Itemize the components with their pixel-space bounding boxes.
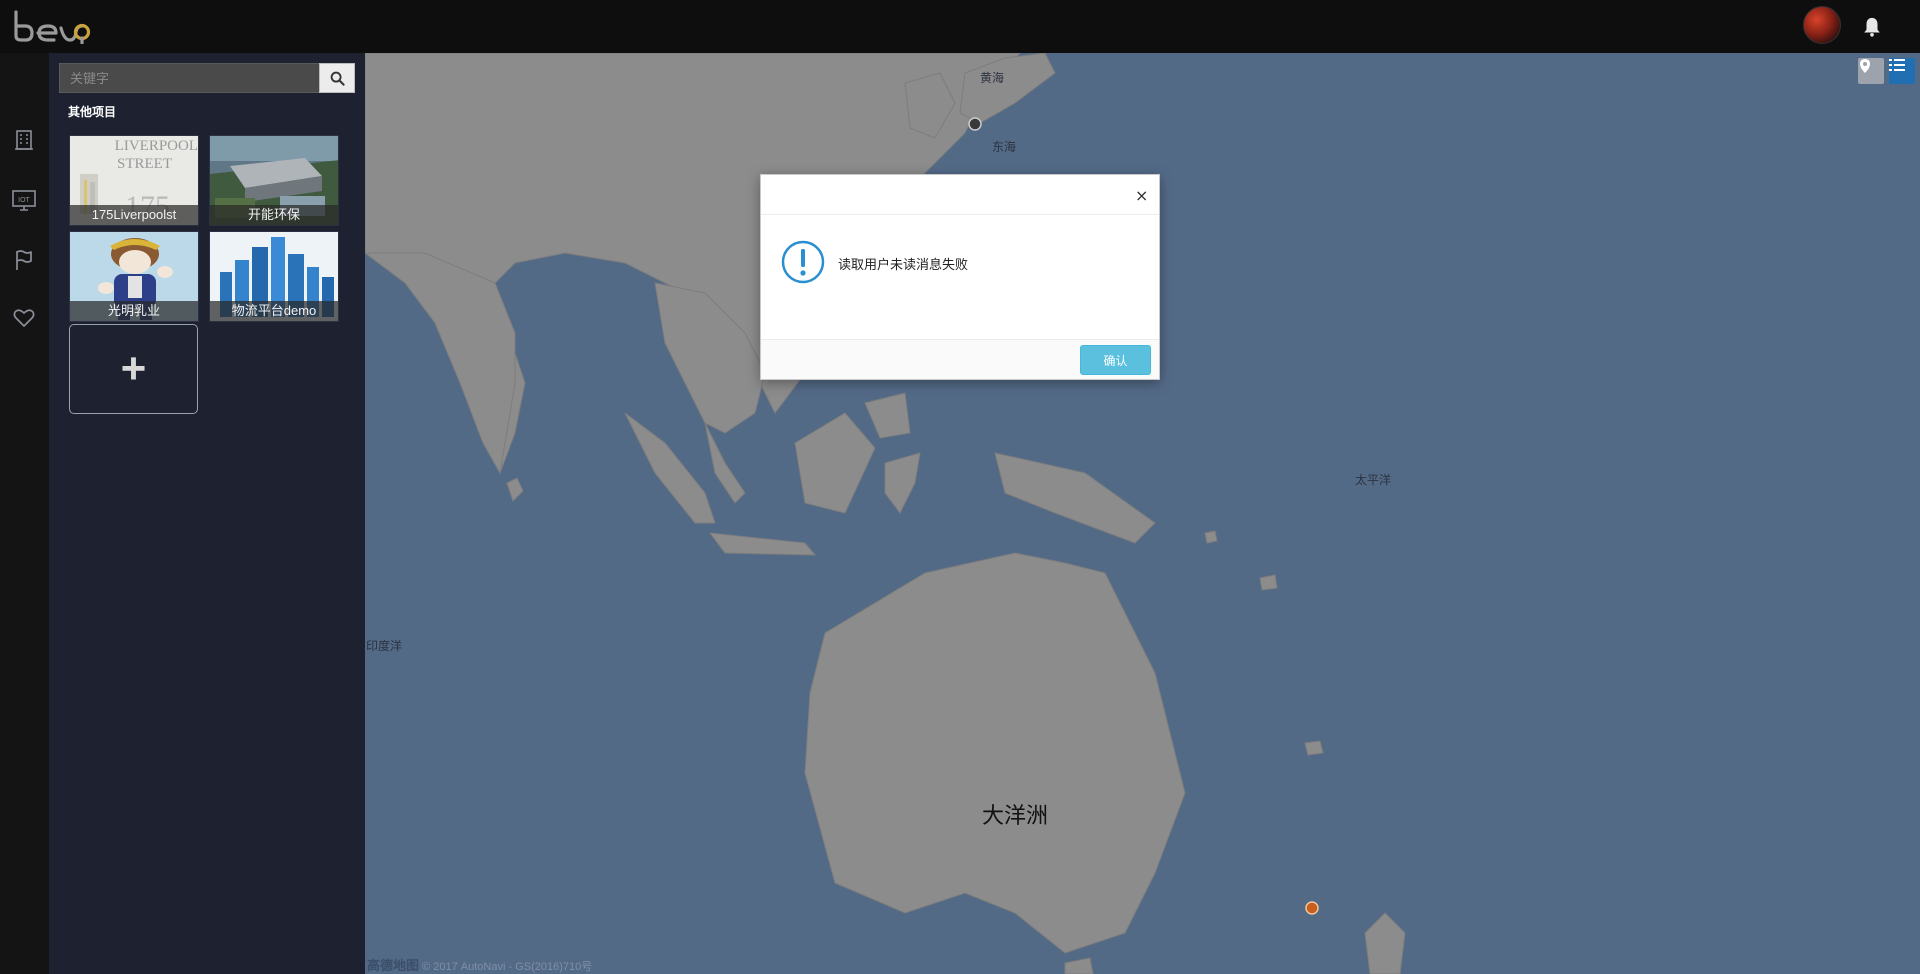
iot-monitor-icon: IOT bbox=[12, 190, 36, 211]
search-input[interactable] bbox=[59, 63, 319, 93]
project-card-label: 物流平台demo bbox=[210, 301, 338, 321]
map-label-yellow-sea: 黄海 bbox=[980, 71, 1005, 85]
map-marker-australia[interactable] bbox=[1305, 901, 1319, 915]
thumb-text-line-2: STREET bbox=[117, 156, 172, 172]
map-list-control[interactable] bbox=[1889, 58, 1915, 84]
project-card-label: 开能环保 bbox=[210, 205, 338, 225]
beop-logo[interactable] bbox=[12, 8, 102, 44]
project-card-kaineng[interactable]: 开能环保 bbox=[209, 135, 339, 226]
bell-icon[interactable] bbox=[1861, 16, 1883, 38]
close-button[interactable]: × bbox=[1129, 185, 1149, 205]
map-marker-china[interactable] bbox=[968, 117, 982, 131]
project-card-label: 175Liverpoolst bbox=[70, 205, 198, 225]
rail-item-flag[interactable] bbox=[10, 246, 38, 274]
map-label-indian-ocean: 印度洋 bbox=[366, 639, 403, 653]
dialog-body: 读取用户未读消息失败 bbox=[761, 216, 1159, 340]
alert-dialog: × 读取用户未读消息失败 确认 bbox=[760, 174, 1160, 380]
project-card-label: 光明乳业 bbox=[70, 301, 198, 321]
search-icon bbox=[330, 71, 345, 86]
rail-item-buildings[interactable] bbox=[10, 126, 38, 154]
section-title-other-projects: 其他项目 bbox=[68, 105, 117, 119]
map-label-oceania: 大洋洲 bbox=[982, 803, 1049, 828]
top-bar bbox=[0, 0, 1920, 53]
map-credit-brand: 高德地图 bbox=[367, 958, 420, 973]
map-pin-control[interactable] bbox=[1858, 58, 1884, 84]
warning-circle-icon bbox=[781, 240, 825, 284]
map-credit-text: © 2017 AutoNavi - GS(2016)710号 bbox=[422, 961, 593, 973]
building-icon bbox=[15, 130, 33, 150]
rail-item-favorites[interactable] bbox=[10, 304, 38, 332]
confirm-button[interactable]: 确认 bbox=[1080, 345, 1151, 375]
dialog-footer: 确认 bbox=[761, 339, 1159, 379]
heart-icon bbox=[13, 309, 35, 327]
thumb-text-line-1: LIVERPOOL bbox=[115, 138, 198, 154]
project-panel: 其他项目 LIVERPOOL STREET 175 175Liverpoolst… bbox=[49, 53, 365, 974]
add-project-button[interactable]: + bbox=[69, 324, 198, 414]
search-box bbox=[59, 63, 355, 93]
project-card-guangming[interactable]: 光明乳业 bbox=[69, 231, 199, 322]
map-pin-icon bbox=[1860, 59, 1870, 73]
list-icon bbox=[1889, 59, 1905, 71]
map-label-pacific: 太平洋 bbox=[1355, 473, 1392, 487]
iot-label: IOT bbox=[18, 197, 30, 204]
dialog-message: 读取用户未读消息失败 bbox=[838, 257, 969, 272]
search-button[interactable] bbox=[319, 63, 355, 93]
map-label-east-sea: 东海 bbox=[992, 140, 1017, 154]
map-credit: 高德地图 © 2017 AutoNavi - GS(2016)710号 bbox=[367, 955, 592, 974]
project-card-logistics-demo[interactable]: 物流平台demo bbox=[209, 231, 339, 322]
project-card-175liverpoolst[interactable]: LIVERPOOL STREET 175 175Liverpoolst bbox=[69, 135, 199, 226]
dialog-header: × bbox=[761, 175, 1159, 215]
flag-icon bbox=[16, 250, 32, 270]
left-icon-rail: IOT bbox=[0, 53, 49, 974]
rail-item-iot[interactable]: IOT bbox=[10, 186, 38, 214]
user-avatar[interactable] bbox=[1803, 6, 1841, 44]
